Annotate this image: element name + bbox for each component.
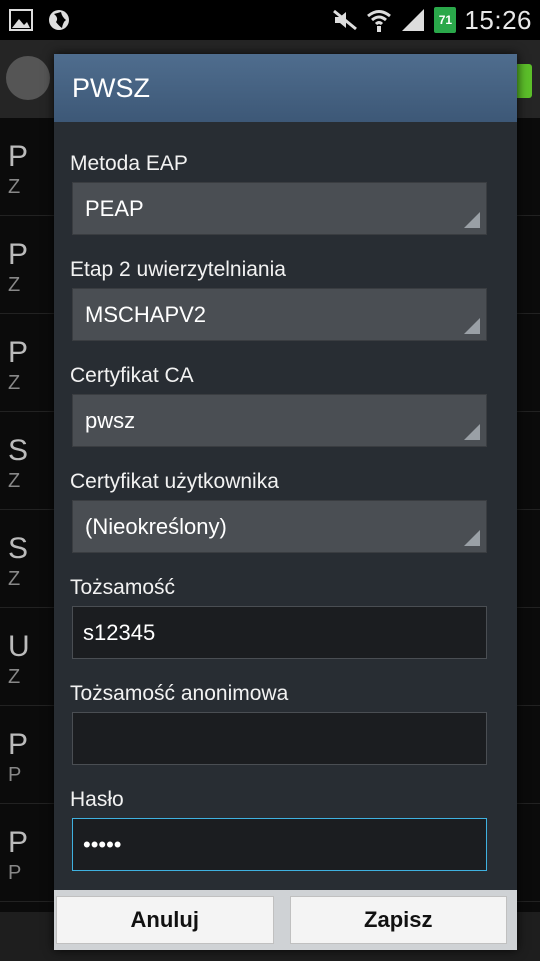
settings-gear-icon [6,56,50,100]
phase2-auth-dropdown[interactable]: MSCHAPV2 [72,288,487,341]
ca-cert-dropdown[interactable]: pwsz [72,394,487,447]
dropdown-corner-icon [464,424,480,440]
status-bar: 71 15:26 [0,0,540,40]
cancel-button[interactable]: Anuluj [56,896,274,944]
dropdown-corner-icon [464,318,480,334]
save-button[interactable]: Zapisz [289,896,507,944]
eap-method-value: PEAP [85,195,144,221]
ca-cert-value: pwsz [85,407,136,433]
globe-icon [46,7,72,33]
anon-identity-label: Tożsamość anonimowa [70,682,289,705]
identity-label: Tożsamość [70,576,176,599]
eap-method-label: Metoda EAP [70,152,188,175]
ca-cert-label: Certyfikat CA [70,364,194,387]
dropdown-corner-icon [464,212,480,228]
image-icon [8,7,34,33]
clock: 15:26 [464,4,532,35]
battery-icon: 71 [434,7,457,33]
dialog-body[interactable]: Metoda EAP PEAP Etap 2 uwierzytelniania … [54,122,517,890]
eap-method-dropdown[interactable]: PEAP [72,182,487,235]
dialog-button-bar: Anuluj Zapisz [54,890,517,950]
user-cert-dropdown[interactable]: (Nieokreślony) [72,500,487,553]
phase2-auth-label: Etap 2 uwierzytelniania [70,258,286,281]
user-cert-label: Certyfikat użytkownika [70,470,279,493]
password-input[interactable]: ••••• [72,818,487,871]
dropdown-corner-icon [464,530,480,546]
network-config-dialog: PWSZ Metoda EAP PEAP Etap 2 uwierzytelni… [54,54,517,950]
signal-icon [400,7,426,33]
wifi-icon [366,7,392,33]
password-label: Hasło [70,788,124,811]
user-cert-value: (Nieokreślony) [85,513,227,539]
anon-identity-input[interactable] [72,712,487,765]
dialog-title: PWSZ [54,54,517,122]
mute-icon [332,7,358,33]
identity-input[interactable]: s12345 [72,606,487,659]
phase2-auth-value: MSCHAPV2 [85,301,207,327]
